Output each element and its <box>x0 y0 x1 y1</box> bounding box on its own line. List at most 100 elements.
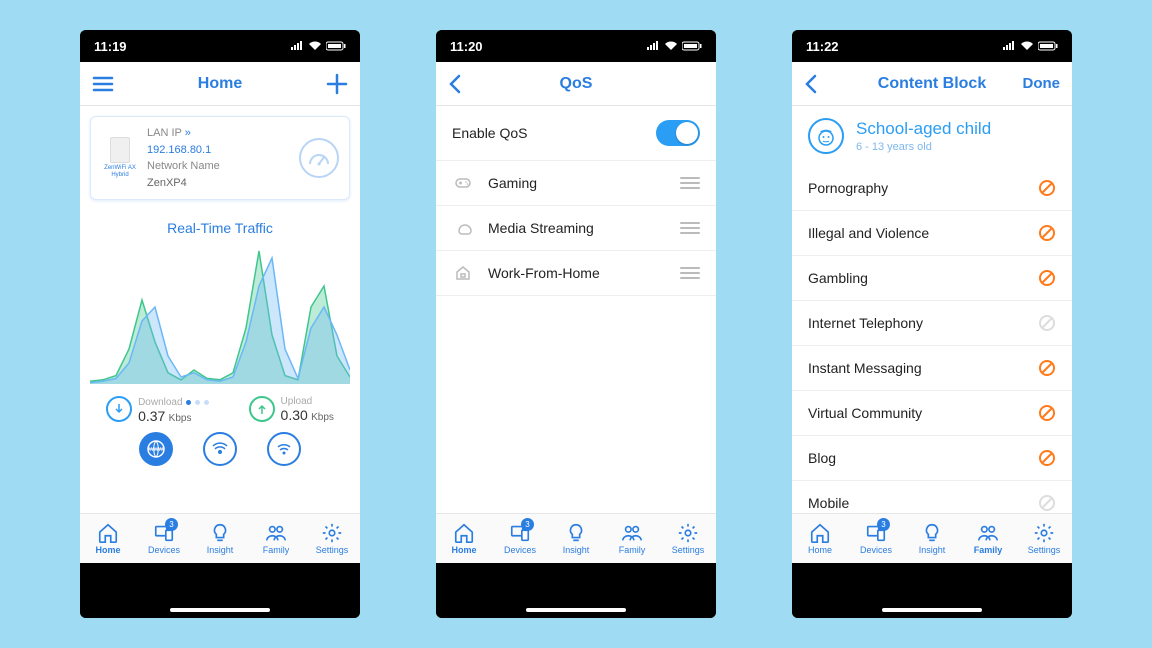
wifi-icon <box>275 440 293 458</box>
upload-value: 0.30 <box>281 407 308 423</box>
category-label: Pornography <box>808 180 888 196</box>
drag-handle-icon[interactable] <box>680 174 700 192</box>
category-label: Virtual Community <box>808 405 922 421</box>
upload-icon <box>249 396 275 422</box>
status-bar: 11:20 <box>436 30 716 62</box>
category-row[interactable]: Virtual Community <box>792 391 1072 436</box>
status-time: 11:19 <box>94 39 127 54</box>
tab-bar: Home Devices3InsightFamilySettings <box>80 513 360 563</box>
tab-home[interactable]: Home <box>80 514 136 563</box>
tab-family[interactable]: Family <box>248 514 304 563</box>
lan-ip-label: LAN IP <box>147 127 182 139</box>
tab-label: Settings <box>1028 545 1061 555</box>
svg-text:WWW: WWW <box>149 447 163 453</box>
tab-home[interactable]: Home <box>436 514 492 563</box>
tab-label: Home <box>808 545 832 555</box>
qos-row-lfh[interactable]: Learn-From-Home <box>436 296 716 310</box>
back-button[interactable] <box>804 74 852 94</box>
download-value: 0.37 <box>138 408 165 424</box>
chevron-left-icon <box>448 74 462 94</box>
speed-test-button[interactable] <box>299 138 339 178</box>
tab-settings[interactable]: Settings <box>1016 514 1072 563</box>
tab-label: Home <box>95 545 120 555</box>
block-icon <box>1038 359 1056 377</box>
tab-badge: 3 <box>877 518 890 531</box>
category-row[interactable]: Gambling <box>792 256 1072 301</box>
phone-home: 11:19 Home ZenWiFi AX Hybrid LAN IP » 19… <box>80 30 360 618</box>
category-row[interactable]: Internet Telephony <box>792 301 1072 346</box>
tab-devices[interactable]: Devices3 <box>136 514 192 563</box>
block-icon <box>1038 269 1056 287</box>
profile-subtitle: 6 - 13 years old <box>856 141 991 153</box>
qos-row-media[interactable]: Media Streaming <box>436 206 716 251</box>
tab-insight[interactable]: Insight <box>548 514 604 563</box>
hamburger-icon <box>92 73 114 95</box>
tab-settings[interactable]: Settings <box>304 514 360 563</box>
home-indicator[interactable] <box>882 608 982 612</box>
upload-stat: Upload 0.30 Kbps <box>249 394 334 424</box>
tab-badge: 3 <box>521 518 534 531</box>
traffic-title: Real-Time Traffic <box>80 220 360 236</box>
tab-insight[interactable]: Insight <box>904 514 960 563</box>
gauge-icon <box>307 149 331 167</box>
network-name-label: Network Name <box>147 158 291 175</box>
page-title: Content Block <box>852 75 1012 93</box>
enable-qos-row: Enable QoS <box>436 106 716 161</box>
phone-content-block: 11:22 Content Block Done School-aged chi… <box>792 30 1072 618</box>
mesh-button[interactable] <box>203 432 237 466</box>
tab-settings[interactable]: Settings <box>660 514 716 563</box>
tab-label: Family <box>619 545 646 555</box>
home-indicator[interactable] <box>526 608 626 612</box>
done-button[interactable]: Done <box>1023 75 1061 92</box>
back-button[interactable] <box>448 74 496 94</box>
router-card[interactable]: ZenWiFi AX Hybrid LAN IP » 192.168.80.1 … <box>90 116 350 200</box>
navbar-qos: QoS <box>436 62 716 106</box>
phone-qos: 11:20 QoS Enable QoS GamingMedia Streami… <box>436 30 716 618</box>
menu-button[interactable] <box>92 73 140 95</box>
tab-home[interactable]: Home <box>792 514 848 563</box>
block-icon <box>1038 449 1056 467</box>
child-avatar-icon <box>808 118 844 154</box>
router-image: ZenWiFi AX Hybrid <box>101 137 139 178</box>
tab-label: Settings <box>672 545 705 555</box>
navbar-content-block: Content Block Done <box>792 62 1072 106</box>
tab-insight[interactable]: Insight <box>192 514 248 563</box>
tab-family[interactable]: Family <box>960 514 1016 563</box>
category-row[interactable]: Illegal and Violence <box>792 211 1072 256</box>
enable-qos-toggle[interactable] <box>656 120 700 146</box>
tab-bar: HomeDevices3 Insight Family Settings <box>436 513 716 563</box>
block-icon <box>1038 314 1056 332</box>
tab-label: Devices <box>148 545 180 555</box>
drag-handle-icon[interactable] <box>680 264 700 282</box>
add-button[interactable] <box>300 73 348 95</box>
status-time: 11:22 <box>806 39 839 54</box>
wfh-icon <box>452 264 474 282</box>
enable-qos-label: Enable QoS <box>452 125 656 141</box>
traffic-chart <box>90 244 350 384</box>
tab-label: Insight <box>563 545 590 555</box>
category-label: Internet Telephony <box>808 315 923 331</box>
qos-row-wfh[interactable]: Work-From-Home <box>436 251 716 296</box>
category-label: Illegal and Violence <box>808 225 929 241</box>
wifi-button[interactable] <box>267 432 301 466</box>
internet-button[interactable]: WWW <box>139 432 173 466</box>
qos-label: Work-From-Home <box>488 265 680 281</box>
tab-devices[interactable]: Devices 3 <box>848 514 904 563</box>
status-time: 11:20 <box>450 39 483 54</box>
tab-devices[interactable]: Devices3 <box>492 514 548 563</box>
category-label: Gambling <box>808 270 868 286</box>
home-indicator[interactable] <box>170 608 270 612</box>
lan-ip-value: 192.168.80.1 <box>147 142 291 159</box>
category-row[interactable]: Blog <box>792 436 1072 481</box>
category-row[interactable]: Mobile <box>792 481 1072 513</box>
download-stat: Download 0.37 Kbps <box>106 394 208 424</box>
profile-header: School-aged child 6 - 13 years old <box>792 106 1072 166</box>
tab-family[interactable]: Family <box>604 514 660 563</box>
drag-handle-icon[interactable] <box>680 219 700 237</box>
tab-label: Devices <box>860 545 892 555</box>
category-row[interactable]: Pornography <box>792 166 1072 211</box>
tab-label: Family <box>974 545 1003 555</box>
tab-bar: Home Devices 3 Insight Family Settings <box>792 513 1072 563</box>
qos-row-gaming[interactable]: Gaming <box>436 161 716 206</box>
category-row[interactable]: Instant Messaging <box>792 346 1072 391</box>
